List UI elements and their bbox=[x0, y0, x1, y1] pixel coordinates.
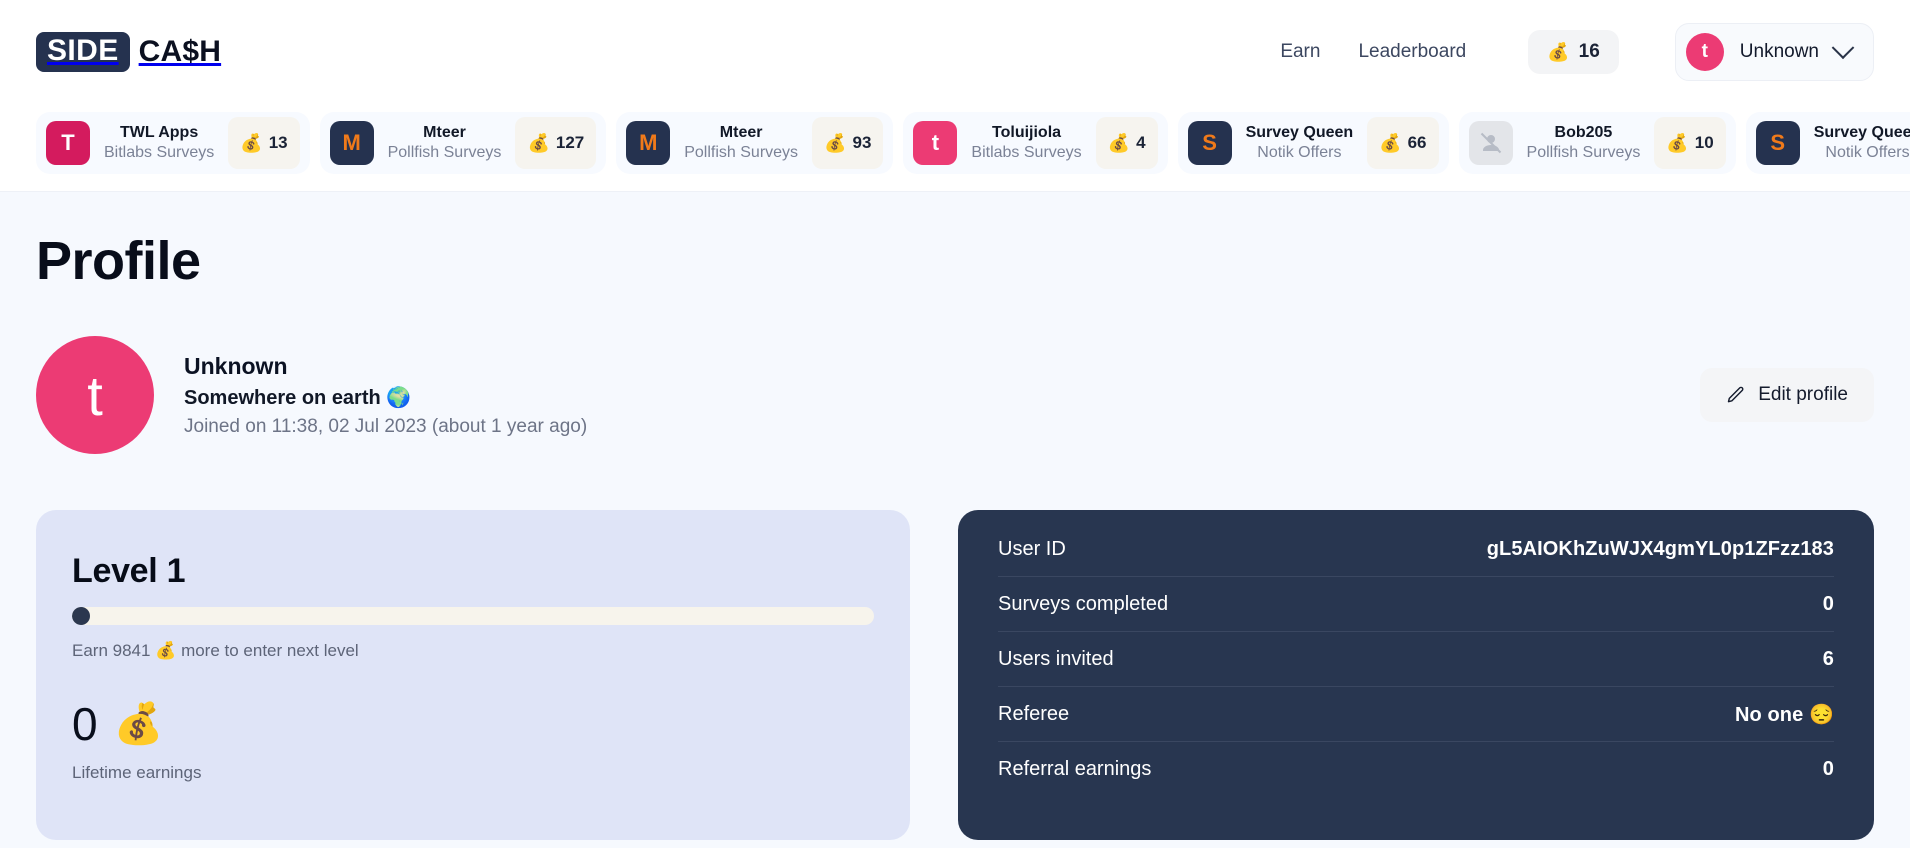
page-title: Profile bbox=[36, 231, 201, 291]
activity-card[interactable]: S Survey Queen Notik Offers bbox=[1745, 111, 1910, 174]
activity-avatar: M bbox=[329, 120, 374, 165]
activity-avatar: T bbox=[46, 120, 90, 165]
table-row: Referral earnings 0 bbox=[998, 742, 1834, 797]
stat-value: 0 bbox=[1822, 758, 1834, 780]
stat-value: gL5AIOKhZuWJX4gmYL0p1ZFzz183 bbox=[1486, 537, 1834, 560]
stat-value: 0 bbox=[1822, 592, 1834, 615]
activity-user-name: TWL Apps bbox=[120, 123, 199, 141]
profile-location: Somewhere on earth 🌍 bbox=[184, 387, 412, 409]
activity-provider: Pollfish Surveys bbox=[1526, 143, 1641, 161]
activity-user-name: Toluijiola bbox=[992, 123, 1062, 141]
activity-avatar: M bbox=[626, 120, 671, 165]
coin-balance-pill[interactable]: 💰 16 bbox=[1528, 30, 1619, 74]
user-menu-button[interactable]: t Unknown bbox=[1674, 23, 1874, 81]
stats-card: User ID gL5AIOKhZuWJX4gmYL0p1ZFzz183 Sur… bbox=[958, 510, 1874, 840]
money-bag-icon: 💰 bbox=[240, 132, 263, 153]
no-avatar-icon bbox=[1468, 120, 1513, 165]
lifetime-earnings-label: Lifetime earnings bbox=[72, 763, 202, 782]
level-card: Level 1 Earn 9841 💰 more to enter next l… bbox=[36, 510, 910, 840]
edit-profile-button[interactable]: Edit profile bbox=[1700, 368, 1874, 422]
activity-coin-badge: 💰 66 bbox=[1367, 116, 1439, 169]
nav-link-earn[interactable]: Earn bbox=[1280, 41, 1320, 63]
activity-provider: Pollfish Surveys bbox=[387, 143, 502, 161]
brand-logo[interactable]: SIDE CA$H bbox=[36, 32, 221, 72]
coin-balance-value: 16 bbox=[1578, 41, 1600, 62]
activity-user-name: Survey Queen bbox=[1245, 123, 1354, 141]
profile-avatar: t bbox=[36, 336, 154, 454]
page-content: Profile t Unknown Somewhere on earth 🌍 J… bbox=[0, 192, 1910, 840]
activity-user-name: Mteer bbox=[719, 123, 763, 141]
activity-avatar: S bbox=[1187, 120, 1232, 165]
money-bag-icon: 💰 bbox=[1107, 132, 1131, 153]
activity-user-name: Bob205 bbox=[1554, 123, 1613, 141]
brand-word: CA$H bbox=[138, 35, 222, 68]
activity-coin-badge: 💰 4 bbox=[1095, 116, 1158, 169]
profile-summary: t Unknown Somewhere on earth 🌍 Joined on… bbox=[36, 336, 1874, 454]
user-menu-label: Unknown bbox=[1739, 41, 1819, 62]
activity-feed-strip[interactable]: T TWL Apps Bitlabs Surveys 💰 13 M Mteer … bbox=[0, 104, 1910, 192]
lifetime-earnings-value: 0 bbox=[72, 698, 98, 750]
level-title: Level 1 bbox=[72, 552, 186, 590]
activity-coin-badge: 💰 93 bbox=[812, 116, 884, 169]
activity-user-name: Mteer bbox=[423, 123, 466, 141]
activity-coin-value: 4 bbox=[1136, 132, 1146, 152]
profile-cards: Level 1 Earn 9841 💰 more to enter next l… bbox=[36, 510, 1874, 840]
level-hint: Earn 9841 💰 more to enter next level bbox=[72, 641, 359, 660]
profile-name: Unknown bbox=[184, 352, 288, 379]
app-header: SIDE CA$H Earn Leaderboard 💰 16 t Unknow… bbox=[0, 0, 1910, 104]
activity-coin-value: 10 bbox=[1694, 132, 1714, 152]
nav-link-leaderboard[interactable]: Leaderboard bbox=[1358, 41, 1466, 63]
avatar: t bbox=[1685, 33, 1724, 71]
activity-card[interactable]: t Toluijiola Bitlabs Surveys 💰 4 bbox=[903, 111, 1168, 174]
lifetime-earnings-value-row: 0 💰 bbox=[72, 701, 874, 747]
level-progress-bar bbox=[72, 607, 874, 625]
table-row: Users invited 6 bbox=[998, 632, 1834, 687]
activity-provider: Bitlabs Surveys bbox=[104, 143, 215, 161]
money-bag-icon: 💰 bbox=[1666, 132, 1689, 153]
edit-profile-label: Edit profile bbox=[1758, 384, 1848, 405]
stat-key: Users invited bbox=[998, 647, 1114, 670]
table-row: User ID gL5AIOKhZuWJX4gmYL0p1ZFzz183 bbox=[998, 522, 1834, 577]
activity-coin-value: 66 bbox=[1407, 132, 1427, 152]
activity-user-name: Survey Queen bbox=[1813, 123, 1910, 141]
activity-card[interactable]: Bob205 Pollfish Surveys 💰 10 bbox=[1458, 111, 1736, 174]
chevron-down-icon bbox=[1831, 36, 1855, 60]
money-bag-icon: 💰 bbox=[1379, 132, 1402, 153]
activity-card[interactable]: T TWL Apps Bitlabs Surveys 💰 13 bbox=[36, 111, 310, 174]
activity-avatar: t bbox=[913, 120, 958, 165]
main-nav: Earn Leaderboard 💰 16 t Unknown bbox=[1280, 23, 1874, 81]
money-bag-icon: 💰 bbox=[1547, 42, 1570, 62]
activity-card[interactable]: M Mteer Pollfish Surveys 💰 93 bbox=[616, 111, 894, 174]
stat-key: Surveys completed bbox=[998, 592, 1169, 615]
activity-coin-value: 127 bbox=[555, 132, 585, 152]
stat-value: No one 😔 bbox=[1734, 703, 1834, 726]
activity-coin-badge: 💰 10 bbox=[1654, 116, 1726, 169]
activity-provider: Pollfish Surveys bbox=[684, 143, 799, 161]
activity-coin-value: 93 bbox=[852, 132, 872, 152]
money-bag-icon: 💰 bbox=[824, 132, 847, 153]
stat-value: 6 bbox=[1822, 647, 1834, 670]
profile-joined-date: Joined on 11:38, 02 Jul 2023 (about 1 ye… bbox=[184, 416, 588, 437]
money-bag-icon: 💰 bbox=[527, 132, 550, 153]
profile-meta: Unknown Somewhere on earth 🌍 Joined on 1… bbox=[184, 349, 587, 442]
money-bag-icon: 💰 bbox=[113, 702, 164, 746]
stat-key: Referee bbox=[998, 702, 1070, 725]
table-row: Referee No one 😔 bbox=[998, 687, 1834, 742]
stat-key: Referral earnings bbox=[998, 758, 1152, 780]
level-progress-fill bbox=[72, 607, 90, 625]
activity-card[interactable]: M Mteer Pollfish Surveys 💰 127 bbox=[319, 111, 607, 174]
table-row: Surveys completed 0 bbox=[998, 577, 1834, 632]
brand-badge: SIDE bbox=[36, 32, 130, 72]
activity-provider: Notik Offers bbox=[1825, 143, 1910, 161]
activity-provider: Notik Offers bbox=[1257, 143, 1342, 161]
activity-coin-badge: 💰 13 bbox=[228, 116, 300, 169]
activity-coin-badge: 💰 127 bbox=[515, 116, 597, 169]
activity-coin-value: 13 bbox=[268, 132, 288, 152]
activity-card[interactable]: S Survey Queen Notik Offers 💰 66 bbox=[1177, 111, 1449, 174]
activity-avatar: S bbox=[1755, 120, 1800, 165]
activity-provider: Bitlabs Surveys bbox=[971, 143, 1082, 161]
pencil-icon bbox=[1728, 386, 1744, 403]
stat-key: User ID bbox=[998, 537, 1066, 560]
